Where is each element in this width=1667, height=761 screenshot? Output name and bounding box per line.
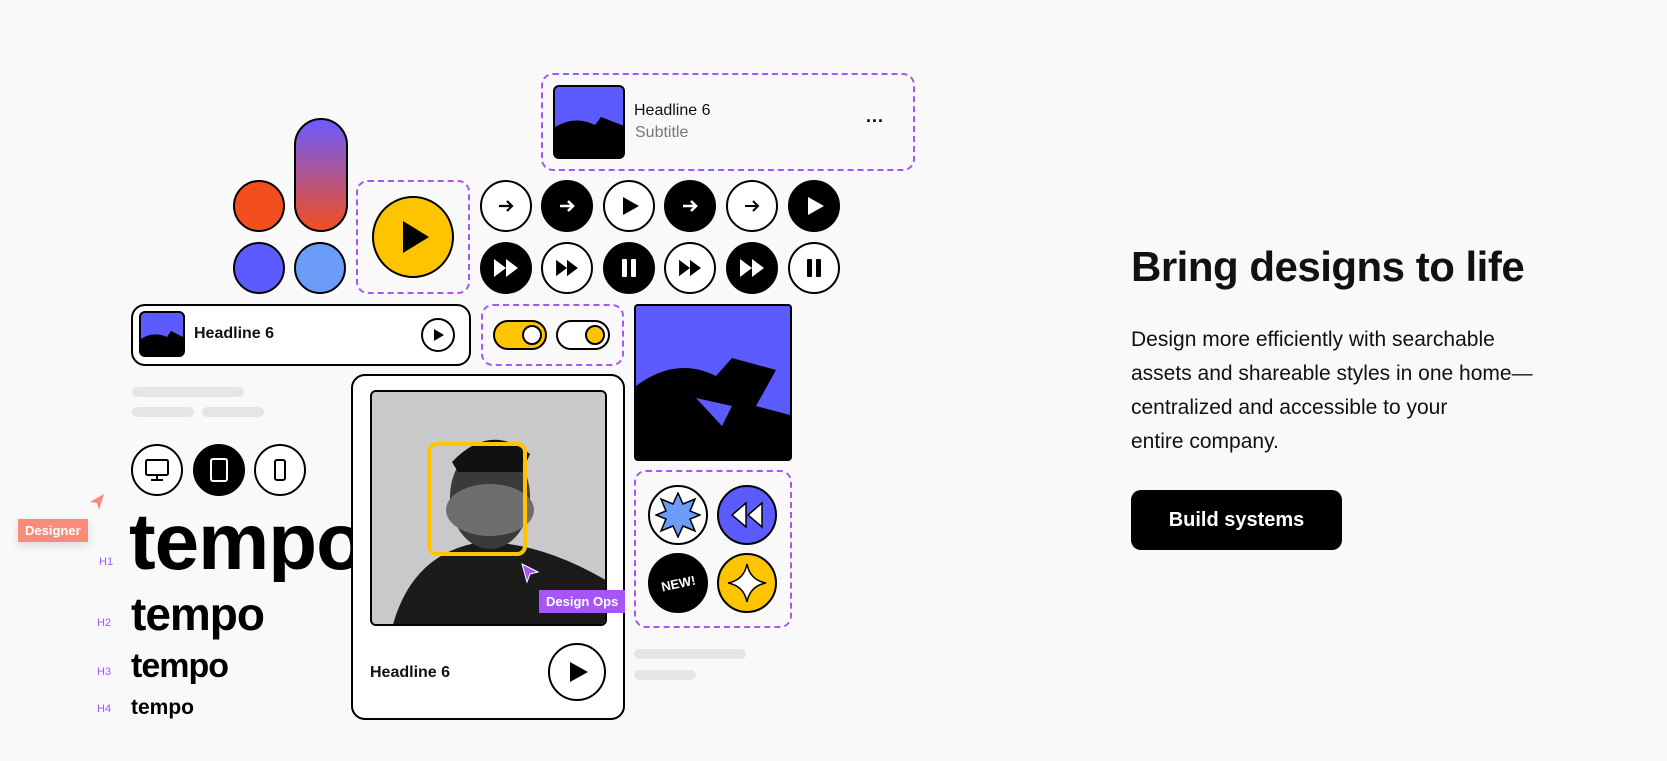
hero-description-line: centralized and accessible to your xyxy=(1131,396,1448,419)
starburst-badge xyxy=(648,485,708,545)
fast-forward-icon xyxy=(679,259,701,277)
media-row-thumbnail xyxy=(139,311,185,357)
arrow-right-icon xyxy=(683,200,698,212)
fast-forward-button-filled-2[interactable] xyxy=(726,242,778,294)
yellow-play-button[interactable] xyxy=(372,196,454,278)
skeleton-bar xyxy=(202,407,264,417)
swatch-orange xyxy=(233,180,285,232)
rewind-badge xyxy=(717,485,777,545)
artwork-square xyxy=(634,304,792,461)
fast-forward-icon xyxy=(740,259,764,277)
hero-description-line: assets and shareable styles in one home— xyxy=(1131,362,1533,385)
swatch-light-blue xyxy=(294,242,346,294)
abstract-shape-icon xyxy=(636,358,790,459)
desktop-icon xyxy=(145,459,169,481)
typography-h1-label: H1 xyxy=(99,556,114,568)
media-card-headline: Headline 6 xyxy=(634,102,711,119)
arrow-right-icon xyxy=(745,200,760,212)
media-card-subtitle: Subtitle xyxy=(635,124,689,141)
build-systems-button[interactable]: Build systems xyxy=(1131,490,1342,550)
play-icon xyxy=(623,197,639,215)
hero-title: Bring designs to life xyxy=(1131,243,1525,290)
new-badge-label: NEW! xyxy=(659,572,697,594)
typography-h4-sample: tempo xyxy=(131,696,194,719)
design-ops-cursor-icon xyxy=(521,563,540,584)
skeleton-bar xyxy=(634,670,696,680)
arrow-right-button[interactable] xyxy=(480,180,532,232)
fast-forward-icon xyxy=(556,259,578,277)
media-row-play-button[interactable] xyxy=(421,318,455,352)
hero-description-line: Design more efficiently with searchable xyxy=(1131,328,1495,351)
fast-forward-icon xyxy=(494,259,518,277)
play-icon xyxy=(403,221,429,253)
abstract-shape-icon xyxy=(141,331,183,355)
typography-h1-sample: tempo xyxy=(129,502,351,582)
arrow-right-button-2[interactable] xyxy=(726,180,778,232)
tablet-view-button[interactable] xyxy=(193,444,245,496)
phone-icon xyxy=(274,459,286,481)
pause-button[interactable] xyxy=(788,242,840,294)
typography-h4-label: H4 xyxy=(97,703,112,715)
phone-view-button[interactable] xyxy=(254,444,306,496)
tablet-icon xyxy=(210,458,228,482)
play-button[interactable] xyxy=(603,180,655,232)
play-icon xyxy=(434,329,444,341)
hero-description: Design more efficiently with searchable … xyxy=(1131,323,1591,459)
designer-tag: Designer xyxy=(18,519,88,542)
new-badge: NEW! xyxy=(648,553,708,613)
abstract-shape-icon xyxy=(555,117,623,157)
play-icon xyxy=(570,662,588,682)
sparkle-icon xyxy=(727,563,767,603)
toggle-knob xyxy=(585,325,605,345)
typography-h2-sample: tempo xyxy=(131,588,265,640)
album-art xyxy=(553,85,625,159)
play-icon xyxy=(808,197,824,215)
more-options-icon[interactable]: ... xyxy=(866,106,884,127)
skeleton-bar xyxy=(634,649,746,659)
face-detection-frame xyxy=(427,442,527,556)
arrow-right-icon xyxy=(499,200,514,212)
arrow-right-button-filled[interactable] xyxy=(541,180,593,232)
arrow-right-button-filled-2[interactable] xyxy=(664,180,716,232)
starburst-icon xyxy=(655,492,701,538)
fast-forward-button-filled[interactable] xyxy=(480,242,532,294)
hero-description-line: entire company. xyxy=(1131,430,1279,453)
pause-icon xyxy=(622,259,636,277)
photo-card-play-button[interactable] xyxy=(548,643,606,701)
typography-h2-label: H2 xyxy=(97,617,112,629)
arrow-right-icon xyxy=(560,200,575,212)
fast-forward-button-2[interactable] xyxy=(664,242,716,294)
typography-h3-label: H3 xyxy=(97,666,112,678)
swatch-gradient xyxy=(294,118,348,232)
photo-card-headline: Headline 6 xyxy=(370,664,451,681)
sparkle-badge xyxy=(717,553,777,613)
design-ops-tag: Design Ops xyxy=(539,590,626,613)
designer-cursor-icon xyxy=(90,494,104,510)
desktop-view-button[interactable] xyxy=(131,444,183,496)
toggle-knob xyxy=(522,325,542,345)
skeleton-bar xyxy=(132,387,244,397)
skeleton-bar xyxy=(132,407,194,417)
rewind-icon xyxy=(730,501,763,529)
typography-h3-sample: tempo xyxy=(131,647,229,685)
fast-forward-button[interactable] xyxy=(541,242,593,294)
pause-button-filled[interactable] xyxy=(603,242,655,294)
toggle-switch-off[interactable] xyxy=(556,320,610,350)
swatch-blue xyxy=(233,242,285,294)
toggle-switch-on[interactable] xyxy=(493,320,547,350)
play-button-filled[interactable] xyxy=(788,180,840,232)
media-row-headline: Headline 6 xyxy=(194,325,275,342)
pause-icon xyxy=(807,259,821,277)
